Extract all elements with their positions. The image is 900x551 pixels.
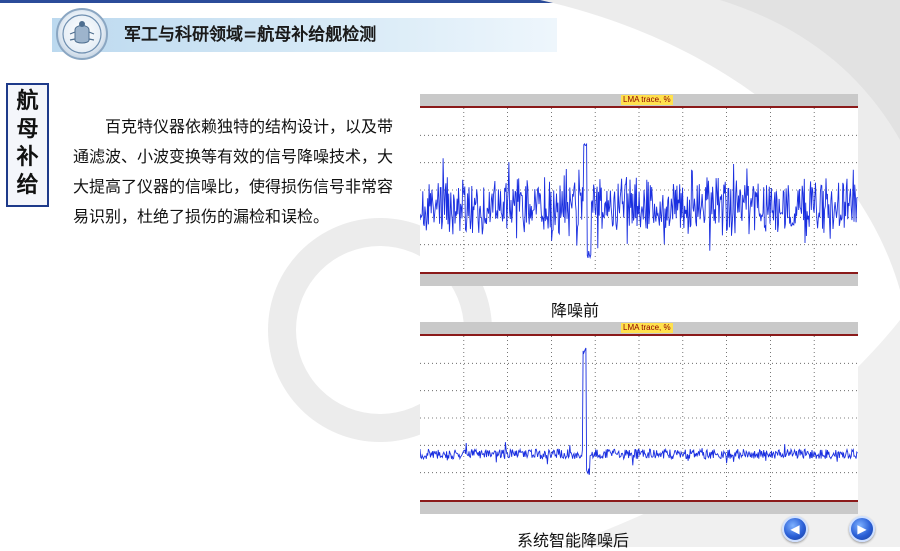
panel-bottom-bar [420, 502, 858, 514]
arrow-right-icon: ▶ [857, 522, 867, 536]
panel-bottom-bar [420, 274, 858, 286]
side-tag-char: 补 [16, 145, 39, 170]
caption-before: 降噪前 [551, 301, 600, 320]
plot-grid [420, 336, 858, 500]
emblem-logo [56, 8, 108, 60]
page-title: 军工与科研领域=航母补给舰检测 [124, 25, 377, 45]
prev-page-button[interactable]: ◀ [782, 516, 808, 542]
arrow-left-icon: ◀ [790, 522, 800, 536]
side-tag-char: 给 [16, 173, 39, 198]
trace-label: LMA trace, % [621, 95, 673, 105]
signal-plot-after [420, 336, 858, 500]
trace-panel-before: LMA trace, % [420, 94, 858, 286]
caption-after: 系统智能降噪后 [517, 531, 630, 550]
trace-label: LMA trace, % [621, 323, 673, 333]
trace-panel-after: LMA trace, % [420, 322, 858, 514]
plot-grid [420, 108, 858, 272]
side-tag-char: 母 [16, 117, 39, 142]
next-page-button[interactable]: ▶ [849, 516, 875, 542]
signal-trace [420, 347, 858, 475]
side-tag: 航 母 补 给 [6, 83, 49, 207]
description-paragraph: 百克特仪器依赖独特的结构设计，以及带通滤波、小波变换等有效的信号降噪技术，大大提… [73, 117, 394, 226]
side-tag-char: 航 [16, 89, 39, 114]
signal-plot-before [420, 108, 858, 272]
